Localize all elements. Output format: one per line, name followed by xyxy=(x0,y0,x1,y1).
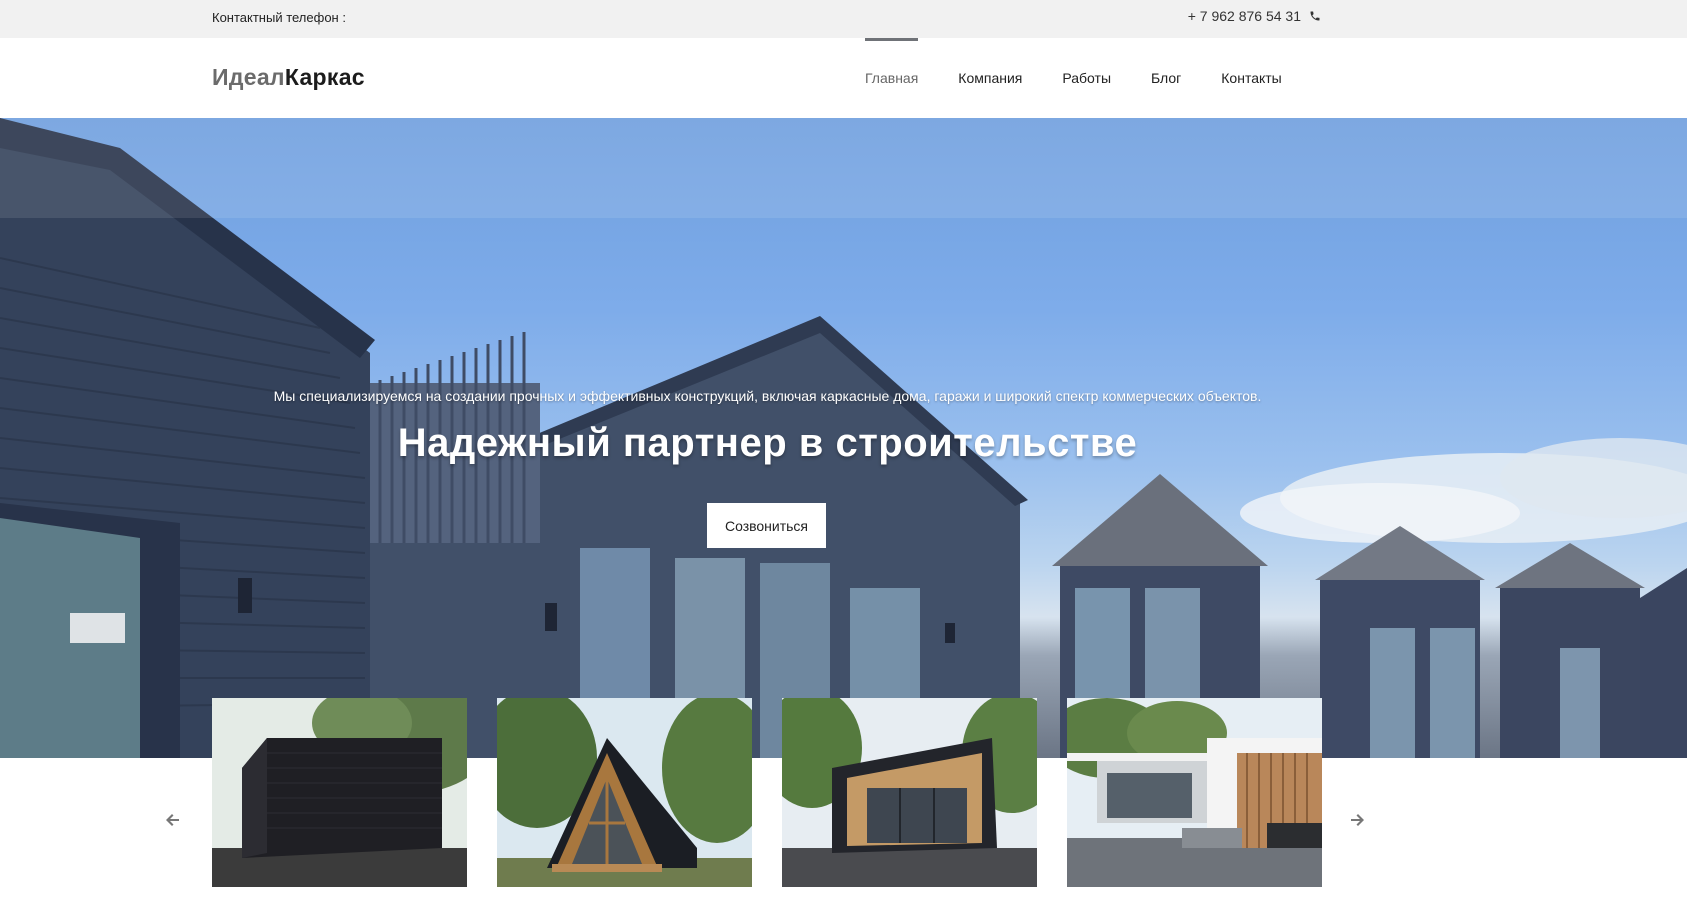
nav-item-home[interactable]: Главная xyxy=(845,38,938,118)
hero-top-band xyxy=(0,118,1687,218)
hero-subtitle: Мы специализируемся на создании прочных … xyxy=(273,388,1262,404)
phone-number: + 7 962 876 54 31 xyxy=(1187,8,1301,24)
nav-item-company[interactable]: Компания xyxy=(938,38,1042,118)
hero-section: Мы специализируемся на создании прочных … xyxy=(0,118,1687,758)
project-thumb-cabin[interactable] xyxy=(782,698,1037,887)
site-header: ИдеалКаркас Главная Компания Работы Блог… xyxy=(0,38,1687,118)
top-bar: Контактный телефон : + 7 962 876 54 31 xyxy=(0,0,1687,38)
project-thumb-modern-house[interactable] xyxy=(1067,698,1322,887)
arrow-left-icon[interactable] xyxy=(163,810,183,830)
logo[interactable]: ИдеалКаркас xyxy=(212,64,365,91)
nav-item-blog[interactable]: Блог xyxy=(1131,38,1201,118)
main-nav: Главная Компания Работы Блог Контакты xyxy=(845,38,1302,118)
arrow-right-icon[interactable] xyxy=(1347,810,1367,830)
cabin-image xyxy=(782,698,1037,887)
nav-item-contacts[interactable]: Контакты xyxy=(1201,38,1301,118)
contact-label: Контактный телефон : xyxy=(212,10,346,25)
phone-icon xyxy=(1310,11,1320,21)
projects-carousel xyxy=(0,698,1687,888)
nav-item-works[interactable]: Работы xyxy=(1042,38,1131,118)
logo-part1: Идеал xyxy=(212,64,285,90)
call-button[interactable]: Созвониться xyxy=(707,503,826,548)
project-thumb-garage[interactable] xyxy=(212,698,467,887)
project-thumb-a-frame[interactable] xyxy=(497,698,752,887)
garage-image xyxy=(212,698,467,887)
phone-link[interactable]: + 7 962 876 54 31 xyxy=(1188,8,1321,24)
modern-house-image xyxy=(1067,698,1322,887)
a-frame-house-image xyxy=(497,698,752,887)
hero-title: Надежный партнер в строительстве xyxy=(397,421,1138,465)
logo-part2: Каркас xyxy=(284,64,365,90)
